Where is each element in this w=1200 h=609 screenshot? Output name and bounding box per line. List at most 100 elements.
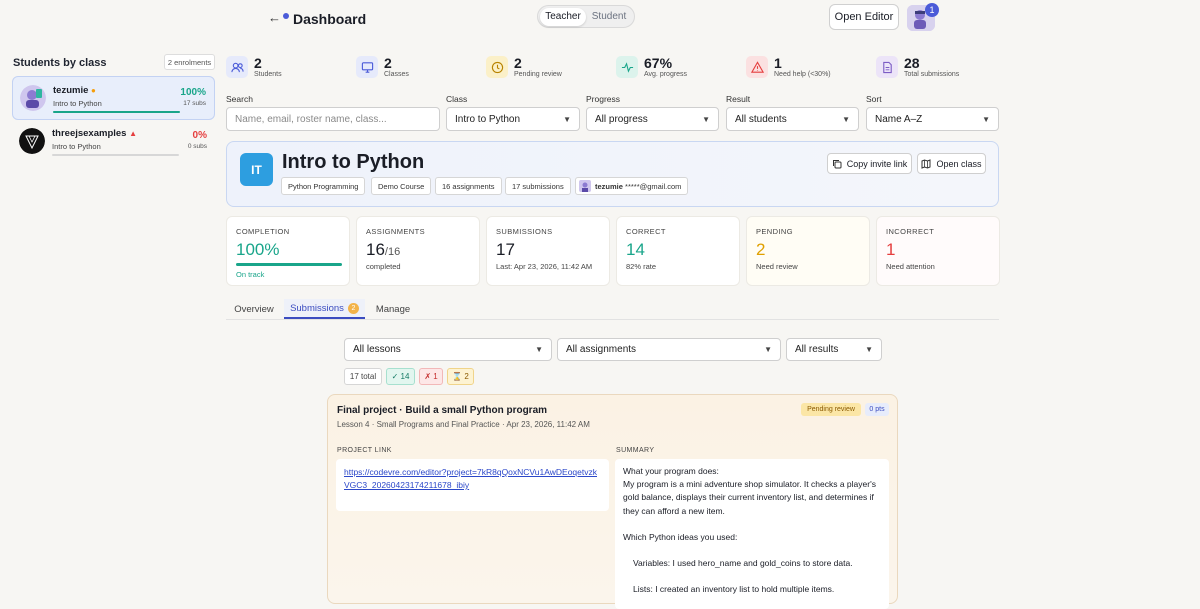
summary-line: My program is a mini adventure shop simu… bbox=[623, 479, 876, 516]
class-filter-label: Class bbox=[446, 94, 468, 104]
metric-value: 16/16 bbox=[366, 240, 401, 259]
class-initials: IT bbox=[240, 153, 273, 186]
metric-title: COMPLETION bbox=[236, 227, 290, 236]
sort-label: Sort bbox=[866, 94, 882, 104]
metric-submissions: SUBMISSIONS 17 Last: Apr 23, 2026, 11:42… bbox=[486, 216, 610, 286]
project-link[interactable]: https://codevre.com/editor?project=7kR8q… bbox=[336, 459, 609, 511]
document-icon bbox=[876, 56, 898, 78]
metric-title: ASSIGNMENTS bbox=[366, 227, 425, 236]
correct-count[interactable]: ✓ 14 bbox=[386, 368, 415, 385]
student-percent: 100% bbox=[180, 87, 206, 98]
stat-label: Need help (<30%) bbox=[774, 71, 831, 78]
stat-value: 67% bbox=[644, 55, 673, 71]
metric-pending: PENDING 2 Need review bbox=[746, 216, 870, 286]
search-label: Search bbox=[226, 94, 253, 104]
chip-submissions: 17 submissions bbox=[505, 177, 571, 195]
stat-label: Avg. progress bbox=[644, 71, 688, 78]
pending-count[interactable]: ⌛ 2 bbox=[447, 368, 474, 385]
tab-submissions[interactable]: Submissions 2 bbox=[284, 299, 365, 319]
stat-value: 28 bbox=[904, 55, 920, 71]
student-item-tezumie[interactable]: tezumie ● Intro to Python 100% 17 subs bbox=[12, 76, 215, 120]
summary-label: SUMMARY bbox=[616, 447, 655, 454]
chevron-down-icon: ▼ bbox=[535, 345, 543, 354]
sidebar-title: Students by class bbox=[13, 57, 107, 69]
summary-line: Variables: I used hero_name and gold_coi… bbox=[633, 558, 853, 569]
owner-avatar-icon bbox=[579, 180, 591, 192]
chevron-down-icon: ▼ bbox=[865, 345, 873, 354]
result-select[interactable]: All students ▼ bbox=[726, 107, 859, 131]
metric-value: 100% bbox=[236, 240, 280, 259]
incorrect-count[interactable]: ✗ 1 bbox=[419, 368, 443, 385]
users-icon bbox=[226, 56, 248, 78]
back-arrow-icon[interactable]: ← bbox=[268, 10, 281, 25]
student-subs: 0 subs bbox=[187, 143, 207, 150]
tab-manage[interactable]: Manage bbox=[367, 299, 419, 319]
submission-meta: Lesson 4 · Small Programs and Final Prac… bbox=[337, 420, 590, 429]
metric-title: PENDING bbox=[756, 227, 793, 236]
student-name: tezumie ● bbox=[53, 85, 96, 96]
warning-icon: ▲ bbox=[129, 129, 138, 138]
role-student-button[interactable]: Student bbox=[586, 8, 632, 26]
copy-icon bbox=[832, 159, 842, 168]
stat-value: 1 bbox=[774, 55, 782, 71]
chip-assignments: 16 assignments bbox=[435, 177, 502, 195]
summary-line: Which Python ideas you used: bbox=[623, 531, 738, 542]
student-class: Intro to Python bbox=[52, 142, 101, 151]
student-name: threejsexamples ▲ bbox=[52, 128, 138, 139]
copy-invite-button[interactable]: Copy invite link bbox=[827, 153, 912, 174]
assignments-select[interactable]: All assignments ▼ bbox=[557, 338, 781, 361]
stat-label: Classes bbox=[384, 71, 409, 78]
tab-badge: 2 bbox=[347, 302, 359, 314]
open-class-button[interactable]: Open class bbox=[917, 153, 986, 174]
class-select[interactable]: Intro to Python ▼ bbox=[446, 107, 580, 131]
student-subs: 17 subs bbox=[183, 100, 206, 107]
student-progress-bar bbox=[53, 111, 180, 113]
progress-select[interactable]: All progress ▼ bbox=[586, 107, 719, 131]
enrollments-badge: 2 enrolments bbox=[164, 54, 215, 70]
summary-box: What your program does: My program is a … bbox=[615, 459, 889, 609]
activity-icon bbox=[616, 56, 638, 78]
chevron-down-icon: ▼ bbox=[982, 114, 990, 124]
chevron-down-icon: ▼ bbox=[702, 114, 710, 124]
student-item-threejsexamples[interactable]: threejsexamples ▲ Intro to Python 0% 0 s… bbox=[12, 120, 215, 164]
status-dot-icon: ● bbox=[91, 86, 96, 95]
role-toggle[interactable]: Teacher Student bbox=[537, 5, 635, 28]
results-select[interactable]: All results ▼ bbox=[786, 338, 882, 361]
clock-icon bbox=[486, 56, 508, 78]
user-avatar[interactable]: 1 bbox=[907, 3, 939, 31]
notification-badge: 1 bbox=[925, 3, 939, 17]
summary-line: Lists: I created an inventory list to ho… bbox=[633, 584, 835, 595]
metric-title: SUBMISSIONS bbox=[496, 227, 553, 236]
stat-value: 2 bbox=[514, 55, 522, 71]
metric-sub: On track bbox=[236, 270, 265, 279]
student-percent: 0% bbox=[192, 130, 207, 141]
sort-select[interactable]: Name A–Z ▼ bbox=[866, 107, 999, 131]
result-filter-label: Result bbox=[726, 94, 751, 104]
status-badge: Pending review bbox=[801, 403, 861, 416]
metric-sub: 82% rate bbox=[626, 262, 657, 271]
student-avatar-icon bbox=[20, 85, 46, 111]
status-dot bbox=[283, 13, 289, 19]
role-teacher-button[interactable]: Teacher bbox=[540, 7, 586, 26]
chevron-down-icon: ▼ bbox=[842, 114, 850, 124]
class-title: Intro to Python bbox=[282, 151, 425, 173]
submission-title: Final project · Build a small Python pro… bbox=[337, 405, 548, 416]
search-input[interactable]: Name, email, roster name, class... bbox=[226, 107, 440, 131]
tab-overview[interactable]: Overview bbox=[226, 299, 282, 319]
metric-title: CORRECT bbox=[626, 227, 666, 236]
metric-incorrect: INCORRECT 1 Need attention bbox=[876, 216, 1000, 286]
metric-value: 17 bbox=[496, 240, 515, 259]
lessons-select[interactable]: All lessons ▼ bbox=[344, 338, 552, 361]
open-editor-button[interactable]: Open Editor bbox=[829, 4, 899, 30]
points-badge: 0 pts bbox=[865, 403, 889, 416]
student-progress-bar bbox=[52, 154, 179, 156]
metric-sub: Need review bbox=[756, 262, 798, 271]
student-class: Intro to Python bbox=[53, 99, 102, 108]
stat-label: Students bbox=[254, 71, 282, 78]
summary-line: What your program does: bbox=[623, 466, 719, 476]
chip-demo: Demo Course bbox=[371, 177, 432, 195]
map-icon bbox=[921, 158, 931, 169]
alert-icon bbox=[746, 56, 768, 78]
chip-owner: tezumie *****@gmail.com bbox=[575, 177, 689, 195]
stat-value: 2 bbox=[254, 55, 262, 71]
